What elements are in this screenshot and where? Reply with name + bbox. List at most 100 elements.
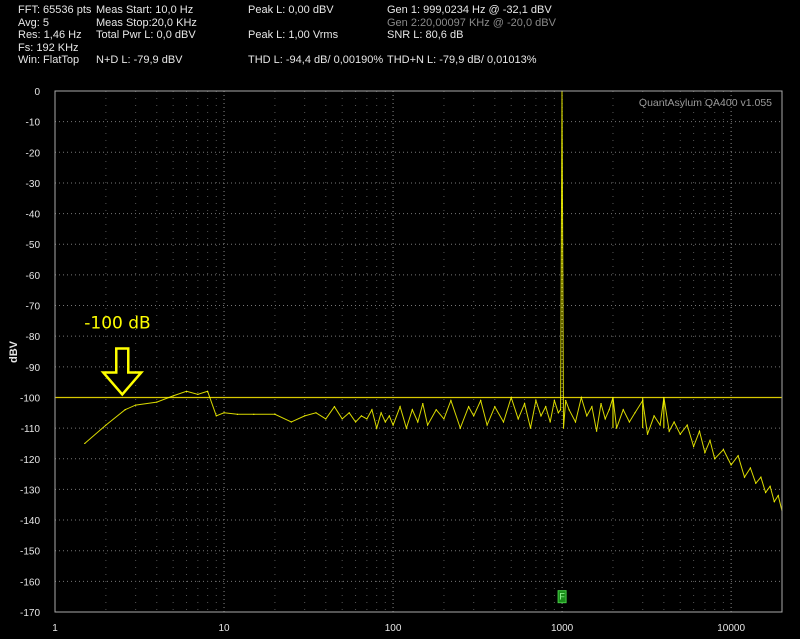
data-point	[223, 412, 225, 414]
annotation-label: -100 dB	[84, 313, 150, 333]
x-tick-label: 1000	[551, 623, 574, 634]
plot-frame	[54, 90, 783, 613]
data-point	[600, 403, 602, 405]
data-point	[422, 403, 424, 405]
y-tick-label: -50	[26, 240, 41, 251]
data-point	[172, 395, 174, 397]
data-point	[714, 458, 716, 460]
data-point	[673, 421, 675, 423]
data-point	[549, 421, 551, 423]
y-axis-label: dBV	[8, 340, 20, 363]
data-point	[274, 413, 276, 415]
data-point	[704, 452, 706, 454]
data-point	[634, 412, 636, 414]
data-point	[185, 390, 188, 392]
y-tick-label: -100	[20, 393, 40, 404]
data-point	[341, 418, 343, 420]
data-point	[608, 409, 610, 411]
data-point	[659, 424, 661, 426]
data-point	[765, 491, 767, 494]
y-tick-label: -40	[26, 210, 41, 221]
data-point	[417, 421, 419, 423]
data-point	[698, 430, 701, 432]
data-point	[568, 409, 570, 411]
data-point	[502, 421, 505, 423]
data-point	[443, 418, 445, 420]
data-point	[557, 412, 559, 414]
data-point	[135, 404, 137, 406]
spectrum-line	[84, 90, 783, 512]
data-point	[535, 399, 537, 402]
data-point	[207, 390, 209, 392]
data-point	[755, 482, 757, 484]
x-tick-label: 100	[385, 623, 402, 634]
data-point	[215, 415, 217, 417]
data-point	[769, 485, 771, 487]
data-point	[399, 406, 401, 408]
data-point	[591, 406, 593, 408]
data-point	[348, 412, 350, 414]
data-point	[553, 399, 555, 402]
data-point	[253, 413, 255, 415]
marker-f[interactable]: F	[557, 590, 567, 604]
data-point	[290, 421, 292, 423]
data-point	[686, 424, 688, 426]
y-tick-label: -10	[26, 118, 41, 129]
grid	[55, 91, 783, 612]
data-point	[562, 427, 565, 429]
data-point	[565, 399, 567, 402]
fft-chart: 0 -10 -20 -30 -40 -50 -60 -70 -80 -90 -100 -110 -120…	[8, 87, 783, 634]
data-point	[622, 409, 624, 411]
data-point	[459, 427, 461, 429]
y-tick-label: 0	[34, 87, 40, 98]
data-point	[540, 415, 542, 417]
data-point	[384, 421, 386, 423]
data-point	[773, 501, 775, 503]
y-tick-label: -130	[20, 485, 40, 496]
data-point	[668, 430, 670, 432]
y-tick-label: -80	[26, 332, 41, 343]
data-point	[595, 430, 598, 432]
y-tick-label: -140	[20, 516, 40, 527]
data-point	[494, 406, 496, 408]
data-point	[510, 396, 512, 399]
y-tick-label: -70	[26, 302, 41, 313]
data-point	[156, 401, 158, 403]
data-point	[360, 415, 363, 417]
down-arrow-icon	[100, 347, 144, 397]
data-point	[333, 406, 336, 408]
data-point	[480, 399, 482, 402]
data-point	[304, 415, 306, 417]
plot-area	[55, 90, 783, 512]
data-point	[388, 415, 390, 417]
data-point	[84, 442, 86, 445]
data-point	[486, 424, 488, 426]
y-tick-label: -110	[21, 424, 41, 435]
data-point	[354, 421, 357, 423]
data-point	[574, 421, 577, 423]
y-tick-label: -20	[26, 148, 41, 159]
data-point	[560, 409, 562, 411]
y-tick-label: -90	[26, 363, 41, 374]
data-point	[722, 448, 724, 451]
data-point	[426, 424, 429, 426]
data-point	[743, 476, 746, 478]
data-point	[197, 393, 199, 396]
y-tick-label: -120	[20, 455, 40, 466]
data-point	[366, 418, 368, 420]
marker-label: F	[559, 592, 565, 602]
data-point	[473, 415, 475, 417]
y-tick-label: -60	[26, 271, 41, 282]
data-point	[124, 409, 126, 411]
data-point	[653, 415, 655, 417]
data-point	[411, 409, 413, 411]
data-point	[435, 409, 437, 411]
data-point	[517, 418, 519, 420]
x-tick-label: 10000	[717, 623, 745, 634]
y-tick-label: -170	[20, 608, 40, 619]
x-tick-label: 1	[52, 623, 58, 634]
data-point	[693, 445, 695, 448]
data-point	[604, 418, 606, 420]
data-point	[371, 409, 373, 411]
data-point	[529, 427, 532, 429]
